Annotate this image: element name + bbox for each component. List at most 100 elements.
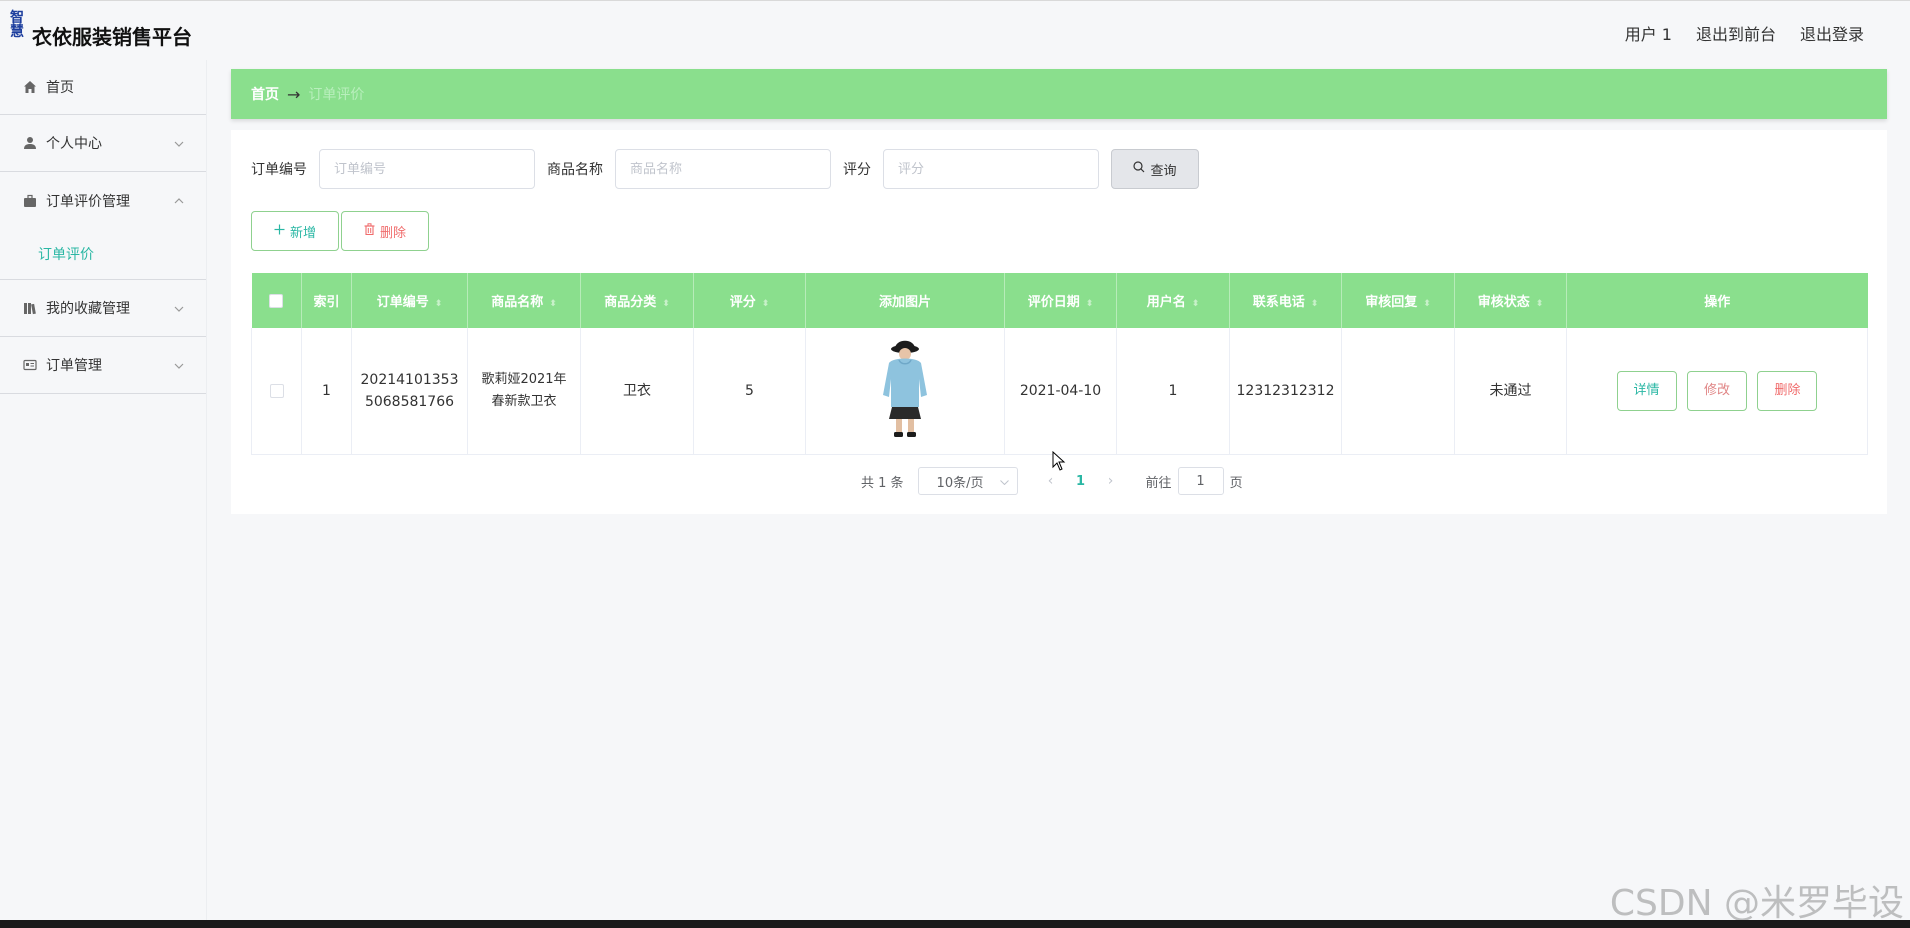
table-header-row: 索引 订单编号 ⬍ 商品名称 ⬍ 商品分类 ⬍ 评分 ⬍ 添加图片 评价日期 ⬍ 用户名 ⬍… <box>251 273 1868 328</box>
order-no-input[interactable] <box>319 149 535 189</box>
select-all-checkbox[interactable] <box>269 293 284 308</box>
library-icon <box>22 300 38 316</box>
review-table: 索引 订单编号 ⬍ 商品名称 ⬍ 商品分类 ⬍ 评分 ⬍ 添加图片 评价日期 ⬍ 用户名 ⬍… <box>251 273 1868 455</box>
select-all-cell <box>251 273 302 328</box>
chevron-down-icon <box>999 474 1009 489</box>
goto-page-input[interactable] <box>1177 467 1224 495</box>
sidebar-item-profile[interactable]: 个人中心 <box>0 115 206 172</box>
sidebar-item-favorites[interactable]: 我的收藏管理 <box>0 280 206 337</box>
sidebar-group-review: 订单评价管理 订单评价 <box>0 172 206 280</box>
cell-actions: 详情 修改 删除 <box>1566 328 1868 455</box>
cell-order-no: 20214101353 5068581766 <box>351 328 468 455</box>
row-delete-button[interactable]: 删除 <box>1757 370 1818 411</box>
cell-rating: 5 <box>693 328 806 455</box>
sort-icon[interactable]: ⬍ <box>435 299 443 309</box>
order-no-line: 20214101353 <box>360 371 459 388</box>
product-name-line: 春新款卫衣 <box>491 393 557 409</box>
home-icon <box>22 79 38 95</box>
user-link[interactable]: 用户 1 <box>1625 21 1672 45</box>
cell-reply <box>1341 328 1455 455</box>
sort-icon[interactable]: ⬍ <box>1423 299 1431 309</box>
top-bar: 智慧 衣依服装销售平台 用户 1 退出到前台 退出登录 <box>0 0 1910 60</box>
col-header-username[interactable]: 用户名 ⬍ <box>1116 273 1230 328</box>
id-card-icon <box>22 357 38 373</box>
sidebar-item-label: 订单评价管理 <box>46 193 130 210</box>
sidebar-item-label: 订单管理 <box>46 358 102 374</box>
breadcrumb-home[interactable]: 首页 <box>251 84 279 104</box>
prev-page-button[interactable]: ‹ <box>1036 473 1066 489</box>
sidebar-item-home[interactable]: 首页 <box>0 60 206 115</box>
sort-icon[interactable]: ⬍ <box>762 299 770 309</box>
rating-label: 评分 <box>843 162 871 178</box>
col-header-image: 添加图片 <box>805 273 1005 328</box>
col-header-rating[interactable]: 评分 ⬍ <box>693 273 806 328</box>
product-name-input[interactable] <box>615 149 831 189</box>
page-size-value: 10条/页 <box>936 475 984 491</box>
search-form: 订单编号 商品名称 评分 查询 <box>251 149 1199 189</box>
col-header-category[interactable]: 商品分类 ⬍ <box>580 273 694 328</box>
product-image[interactable] <box>875 335 935 446</box>
delete-button-label: 删除 <box>379 225 406 241</box>
cell-image <box>805 328 1005 455</box>
chevron-up-icon <box>174 194 184 207</box>
col-header-index: 索引 <box>301 273 352 328</box>
query-button[interactable]: 查询 <box>1111 149 1199 189</box>
batch-delete-button[interactable]: 删除 <box>341 211 429 251</box>
product-name-label: 商品名称 <box>547 162 603 178</box>
sort-icon[interactable]: ⬍ <box>1192 299 1200 309</box>
col-header-actions: 操作 <box>1566 273 1868 328</box>
cell-username: 1 <box>1116 328 1230 455</box>
col-header-status[interactable]: 审核状态 ⬍ <box>1454 273 1567 328</box>
action-toolbar: 新增 删除 <box>251 211 429 251</box>
row-checkbox[interactable] <box>269 383 284 398</box>
chevron-down-icon <box>174 137 184 150</box>
top-links: 用户 1 退出到前台 退出登录 <box>1625 21 1864 45</box>
sort-icon[interactable]: ⬍ <box>1536 299 1544 309</box>
sidebar-item-review[interactable]: 订单评价 <box>0 229 206 279</box>
col-header-date[interactable]: 评价日期 ⬍ <box>1004 273 1117 328</box>
bottom-border <box>0 920 1910 928</box>
sort-icon[interactable]: ⬍ <box>1311 299 1319 309</box>
sidebar-item-label: 首页 <box>46 80 74 96</box>
order-no-line: 5068581766 <box>364 393 455 410</box>
rating-input[interactable] <box>883 149 1099 189</box>
row-select-cell <box>251 328 302 455</box>
sort-icon[interactable]: ⬍ <box>549 299 557 309</box>
logout-link[interactable]: 退出登录 <box>1800 21 1864 45</box>
edit-button[interactable]: 修改 <box>1687 370 1747 411</box>
app-title: 衣依服装销售平台 <box>32 25 192 49</box>
table-row: 1 20214101353 5068581766 歌莉娅2021年 春新款卫衣 … <box>251 328 1868 455</box>
product-name-line: 歌莉娅2021年 <box>481 371 567 387</box>
col-header-product-name[interactable]: 商品名称 ⬍ <box>467 273 581 328</box>
goto-label: 前往 <box>1145 475 1172 491</box>
sidebar-item-label: 个人中心 <box>46 136 102 152</box>
cell-date: 2021-04-10 <box>1004 328 1117 455</box>
chevron-down-icon <box>174 302 184 315</box>
search-icon <box>1133 161 1145 177</box>
query-button-label: 查询 <box>1150 163 1177 179</box>
cell-index: 1 <box>301 328 352 455</box>
col-header-reply[interactable]: 审核回复 ⬍ <box>1341 273 1455 328</box>
breadcrumb: 首页 → 订单评价 <box>231 69 1887 119</box>
page-number-current[interactable]: 1 <box>1066 474 1096 489</box>
cell-status: 未通过 <box>1454 328 1567 455</box>
detail-button[interactable]: 详情 <box>1616 370 1677 411</box>
sidebar-item-review-manage[interactable]: 订单评价管理 <box>0 172 206 229</box>
breadcrumb-arrow: → <box>287 84 301 104</box>
brand-logo: 智慧 <box>10 10 24 40</box>
col-header-phone[interactable]: 联系电话 ⬍ <box>1229 273 1342 328</box>
sidebar-item-orders[interactable]: 订单管理 <box>0 337 206 394</box>
user-icon <box>22 135 38 151</box>
cell-phone: 12312312312 <box>1229 328 1342 455</box>
sort-icon[interactable]: ⬍ <box>1086 299 1094 309</box>
cell-product-name: 歌莉娅2021年 春新款卫衣 <box>467 328 581 455</box>
plus-icon <box>274 224 285 239</box>
sort-icon[interactable]: ⬍ <box>662 299 670 309</box>
page-size-select[interactable]: 10条/页 <box>917 467 1018 495</box>
next-page-button[interactable]: › <box>1096 473 1126 489</box>
front-link[interactable]: 退出到前台 <box>1696 21 1776 45</box>
col-header-order-no[interactable]: 订单编号 ⬍ <box>351 273 468 328</box>
pagination-total: 共 1 条 <box>861 475 904 491</box>
watermark: CSDN @米罗毕设 <box>1609 883 1904 924</box>
add-button[interactable]: 新增 <box>251 211 339 251</box>
